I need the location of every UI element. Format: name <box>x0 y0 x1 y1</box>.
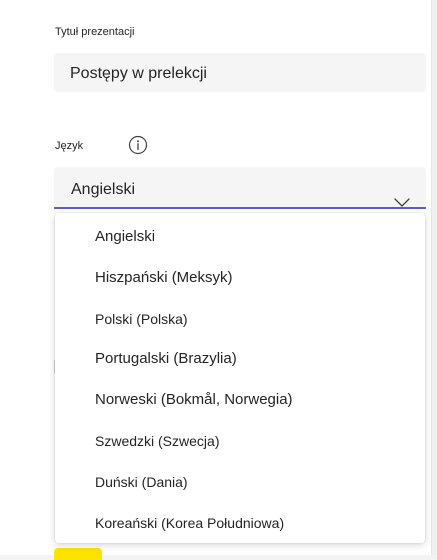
language-option-koreanski[interactable]: Koreański (Korea Południowa) <box>55 503 425 544</box>
info-icon[interactable] <box>128 135 148 155</box>
title-input[interactable]: Postępy w prelekcji <box>54 53 426 92</box>
language-dropdown: Angielski Hiszpański (Meksyk) Polski (Po… <box>55 213 425 543</box>
language-select-value: Angielski <box>71 181 136 198</box>
language-option-angielski[interactable]: Angielski <box>55 217 425 258</box>
title-label: Tytuł prezentacji <box>55 26 135 38</box>
language-option-portugalski[interactable]: Portugalski (Brazylia) <box>55 339 425 380</box>
language-option-norweski[interactable]: Norweski (Bokmål, Norwegia) <box>55 380 425 421</box>
language-label: Język <box>55 140 84 152</box>
language-option-hiszpanski[interactable]: Hiszpański (Meksyk) <box>55 258 425 299</box>
primary-action-button[interactable] <box>54 548 102 560</box>
panel-scroll-edge <box>431 0 437 555</box>
chevron-down-icon[interactable] <box>394 181 410 207</box>
language-option-polski[interactable]: Polski (Polska) <box>55 299 425 340</box>
language-option-szwedzki[interactable]: Szwedzki (Szwecja) <box>55 421 425 462</box>
language-options-list: Angielski Hiszpański (Meksyk) Polski (Po… <box>55 213 425 543</box>
language-select[interactable]: Angielski <box>54 167 426 209</box>
language-option-dunski[interactable]: Duński (Dania) <box>55 462 425 503</box>
